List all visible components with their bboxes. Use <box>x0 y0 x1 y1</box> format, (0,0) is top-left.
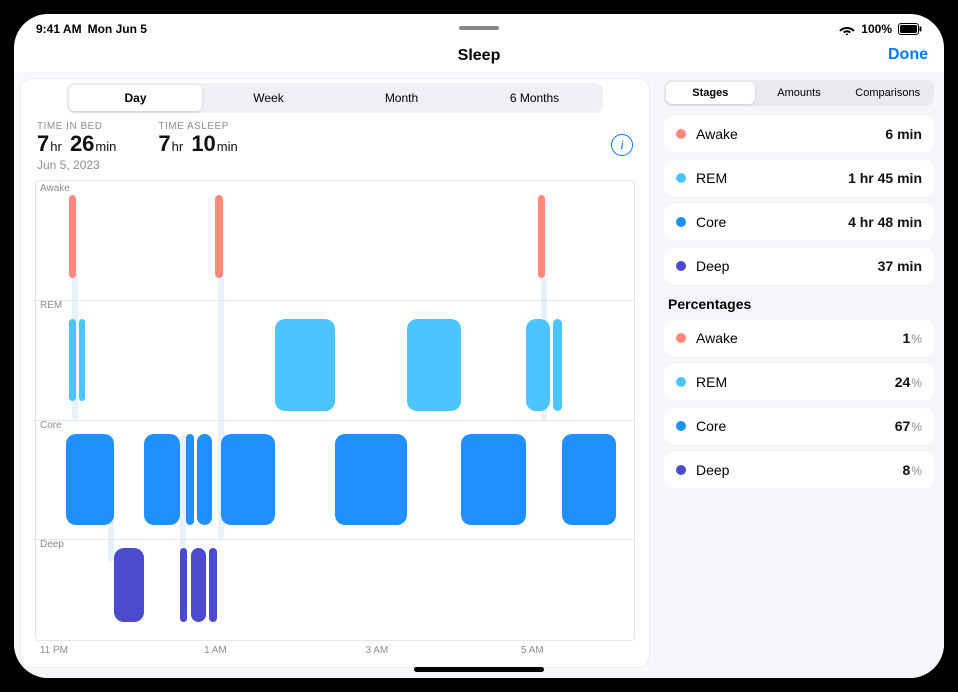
tab-amounts[interactable]: Amounts <box>755 82 844 104</box>
pct-row-core[interactable]: Core 67% <box>664 408 934 444</box>
sleep-chart[interactable]: Awake REM Core Deep 11 PM 1 AM 3 AM 5 AM <box>35 180 635 641</box>
info-icon[interactable]: i <box>611 134 633 156</box>
tab-stages[interactable]: Stages <box>666 82 755 104</box>
done-button[interactable]: Done <box>888 46 928 64</box>
home-indicator[interactable] <box>414 667 544 672</box>
xlabel-11pm: 11 PM <box>40 645 68 656</box>
xlabel-1am: 1 AM <box>204 645 227 656</box>
battery-icon <box>898 23 922 35</box>
time-in-bed-metric: TIME IN BED 7hr 26min <box>37 121 118 156</box>
ipad-frame: 9:41 AM Mon Jun 5 100% Sleep Done Day We… <box>0 0 958 692</box>
asleep-hours: 7 <box>158 131 170 156</box>
screen: 9:41 AM Mon Jun 5 100% Sleep Done Day We… <box>14 14 944 678</box>
summary-row: TIME IN BED 7hr 26min TIME ASLEEP 7hr 10… <box>21 121 649 156</box>
pct-row-awake[interactable]: Awake 1% <box>664 320 934 356</box>
tab-week[interactable]: Week <box>202 85 335 111</box>
stage-row-awake[interactable]: Awake 6 min <box>664 116 934 152</box>
status-time: 9:41 AM <box>36 22 82 36</box>
ylabel-core: Core <box>40 420 62 431</box>
device-dots-icon <box>459 26 499 30</box>
bed-mins: 26 <box>70 131 94 156</box>
ylabel-awake: Awake <box>40 183 70 194</box>
side-panel: Stages Amounts Comparisons Awake 6 min R… <box>654 72 944 678</box>
dot-icon <box>676 421 686 431</box>
pct-row-rem[interactable]: REM 24% <box>664 364 934 400</box>
tab-month[interactable]: Month <box>335 85 468 111</box>
stage-row-core[interactable]: Core 4 hr 48 min <box>664 204 934 240</box>
dot-icon <box>676 333 686 343</box>
xlabel-5am: 5 AM <box>521 645 544 656</box>
stage-row-deep[interactable]: Deep 37 min <box>664 248 934 284</box>
tab-6months[interactable]: 6 Months <box>468 85 601 111</box>
detail-segmented-control: Stages Amounts Comparisons <box>664 80 934 106</box>
title-bar: Sleep Done <box>14 40 944 72</box>
ylabel-deep: Deep <box>40 539 64 550</box>
pct-row-deep[interactable]: Deep 8% <box>664 452 934 488</box>
dot-icon <box>676 173 686 183</box>
selected-date: Jun 5, 2023 <box>21 156 649 176</box>
xlabel-3am: 3 AM <box>365 645 388 656</box>
status-date: Mon Jun 5 <box>88 22 147 36</box>
tab-day[interactable]: Day <box>69 85 202 111</box>
page-title: Sleep <box>458 47 501 65</box>
dot-icon <box>676 261 686 271</box>
dot-icon <box>676 465 686 475</box>
ylabel-rem: REM <box>40 300 62 311</box>
time-asleep-metric: TIME ASLEEP 7hr 10min <box>158 121 239 156</box>
main-panel: Day Week Month 6 Months TIME IN BED 7hr … <box>20 78 650 668</box>
dot-icon <box>676 377 686 387</box>
bed-hours: 7 <box>37 131 49 156</box>
percentages-heading: Percentages <box>668 296 930 312</box>
status-battery-pct: 100% <box>861 22 892 36</box>
tab-comparisons[interactable]: Comparisons <box>843 82 932 104</box>
range-segmented-control: Day Week Month 6 Months <box>67 83 603 113</box>
wifi-icon <box>839 23 855 35</box>
dot-icon <box>676 217 686 227</box>
asleep-mins: 10 <box>191 131 215 156</box>
dot-icon <box>676 129 686 139</box>
stage-row-rem[interactable]: REM 1 hr 45 min <box>664 160 934 196</box>
